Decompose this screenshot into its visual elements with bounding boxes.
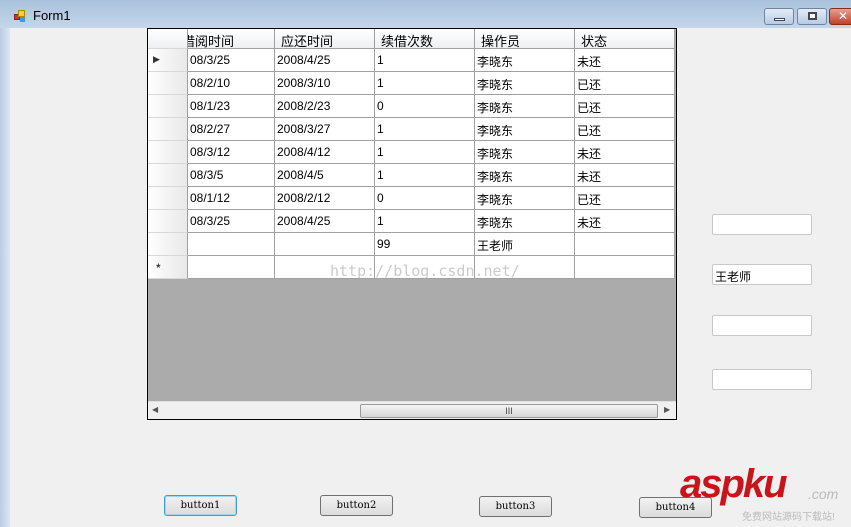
column-header[interactable]: 状态: [575, 29, 675, 49]
table-cell[interactable]: 未还: [575, 164, 675, 187]
table-row[interactable]: 08/3/12 2008/4/12 1 李晓东 未还: [148, 141, 675, 164]
app-icon: [14, 10, 26, 22]
table-cell[interactable]: 2008/2/12: [275, 187, 375, 210]
table-cell[interactable]: 未还: [575, 49, 675, 72]
table-cell[interactable]: 0: [375, 95, 475, 118]
row-header[interactable]: [148, 233, 188, 256]
table-cell[interactable]: 李晓东: [475, 49, 575, 72]
table-cell[interactable]: 08/2/10: [188, 72, 275, 95]
textbox-4[interactable]: [712, 369, 812, 390]
table-cell[interactable]: [575, 256, 675, 279]
textbox-1[interactable]: [712, 214, 812, 235]
column-header[interactable]: 应还时间: [275, 29, 375, 49]
column-header[interactable]: 操作员: [475, 29, 575, 49]
table-cell[interactable]: 李晓东: [475, 141, 575, 164]
row-header[interactable]: ▶: [148, 49, 188, 72]
table-cell[interactable]: 未还: [575, 210, 675, 233]
table-cell[interactable]: 1: [375, 118, 475, 141]
table-cell[interactable]: 李晓东: [475, 187, 575, 210]
table-cell[interactable]: 李晓东: [475, 72, 575, 95]
table-cell[interactable]: 2008/3/27: [275, 118, 375, 141]
table-cell[interactable]: 2008/3/10: [275, 72, 375, 95]
table-row[interactable]: 08/2/10 2008/3/10 1 李晓东 已还: [148, 72, 675, 95]
textbox-3[interactable]: [712, 315, 812, 336]
minimize-button[interactable]: [764, 8, 794, 25]
table-cell[interactable]: 李晓东: [475, 95, 575, 118]
column-header[interactable]: 借阅时间: [188, 29, 275, 49]
table-cell[interactable]: 08/1/23: [188, 95, 275, 118]
table-row[interactable]: 08/1/23 2008/2/23 0 李晓东 已还: [148, 95, 675, 118]
table-cell[interactable]: 2008/4/25: [275, 210, 375, 233]
table-cell[interactable]: 1: [375, 141, 475, 164]
window-title: Form1: [33, 8, 71, 23]
row-header[interactable]: [148, 118, 188, 141]
logo-domain: .com: [808, 486, 839, 502]
new-row-marker: *: [156, 261, 161, 275]
table-cell[interactable]: 1: [375, 210, 475, 233]
row-header[interactable]: [148, 95, 188, 118]
textbox-2[interactable]: 王老师: [712, 264, 812, 285]
scroll-right-arrow[interactable]: ▶: [664, 405, 670, 414]
table-cell[interactable]: [188, 256, 275, 279]
table-row[interactable]: 08/2/27 2008/3/27 1 李晓东 已还: [148, 118, 675, 141]
table-cell[interactable]: 王老师: [475, 233, 575, 256]
row-header[interactable]: [148, 164, 188, 187]
button2[interactable]: button2: [320, 495, 393, 516]
horizontal-scrollbar[interactable]: ◀ III ▶: [148, 401, 676, 419]
table-cell[interactable]: 08/3/25: [188, 49, 275, 72]
title-bar: Form1 ✕: [0, 0, 851, 28]
close-button[interactable]: ✕: [829, 8, 851, 25]
table-cell[interactable]: 已还: [575, 187, 675, 210]
table-cell[interactable]: 已还: [575, 118, 675, 141]
table-row[interactable]: 08/1/12 2008/2/12 0 李晓东 已还: [148, 187, 675, 210]
watermark: http://blog.csdn.net/: [330, 262, 520, 280]
row-header[interactable]: [148, 210, 188, 233]
table-cell[interactable]: 08/1/12: [188, 187, 275, 210]
aspku-logo: aspku .com 免费网站源码下载站!: [680, 462, 851, 527]
logo-text: aspku: [680, 462, 788, 506]
table-row[interactable]: 99 王老师: [148, 233, 675, 256]
table-cell[interactable]: [275, 233, 375, 256]
table-cell[interactable]: [575, 233, 675, 256]
table-cell[interactable]: 已还: [575, 95, 675, 118]
column-header[interactable]: 续借次数: [375, 29, 475, 49]
current-row-arrow-icon: ▶: [153, 54, 160, 64]
table-row[interactable]: 08/3/5 2008/4/5 1 李晓东 未还: [148, 164, 675, 187]
table-cell[interactable]: 李晓东: [475, 118, 575, 141]
table-cell[interactable]: 已还: [575, 72, 675, 95]
table-cell[interactable]: 08/3/5: [188, 164, 275, 187]
table-cell[interactable]: 未还: [575, 141, 675, 164]
corner-header: [148, 29, 188, 49]
maximize-button[interactable]: [797, 8, 827, 25]
table-cell[interactable]: 0: [375, 187, 475, 210]
table-cell[interactable]: 99: [375, 233, 475, 256]
table-cell[interactable]: 08/3/12: [188, 141, 275, 164]
row-header[interactable]: [148, 187, 188, 210]
table-cell[interactable]: 2008/4/25: [275, 49, 375, 72]
table-cell[interactable]: 2008/4/5: [275, 164, 375, 187]
scroll-left-arrow[interactable]: ◀: [152, 405, 158, 414]
background-window-edge: [0, 28, 10, 527]
table-row[interactable]: ▶ 08/3/25 2008/4/25 1 李晓东 未还: [148, 49, 675, 72]
button1[interactable]: button1: [164, 495, 237, 516]
table-cell[interactable]: 李晓东: [475, 210, 575, 233]
table-cell[interactable]: 李晓东: [475, 164, 575, 187]
logo-tagline: 免费网站源码下载站!: [742, 512, 835, 523]
table-cell[interactable]: 2008/2/23: [275, 95, 375, 118]
row-header[interactable]: [148, 141, 188, 164]
row-header[interactable]: [148, 72, 188, 95]
row-header[interactable]: *: [148, 256, 188, 279]
table-cell[interactable]: [188, 233, 275, 256]
data-grid[interactable]: 借阅时间 应还时间 续借次数 操作员 状态 ▶08/3/252008/4/251…: [147, 28, 677, 420]
table-cell[interactable]: 08/3/25: [188, 210, 275, 233]
table-cell[interactable]: 1: [375, 164, 475, 187]
scroll-thumb[interactable]: III: [360, 404, 658, 418]
button3[interactable]: button3: [479, 496, 552, 517]
table-cell[interactable]: 2008/4/12: [275, 141, 375, 164]
table-row[interactable]: 08/3/25 2008/4/25 1 李晓东 未还: [148, 210, 675, 233]
table-cell[interactable]: 1: [375, 72, 475, 95]
table-cell[interactable]: 08/2/27: [188, 118, 275, 141]
table-cell[interactable]: 1: [375, 49, 475, 72]
